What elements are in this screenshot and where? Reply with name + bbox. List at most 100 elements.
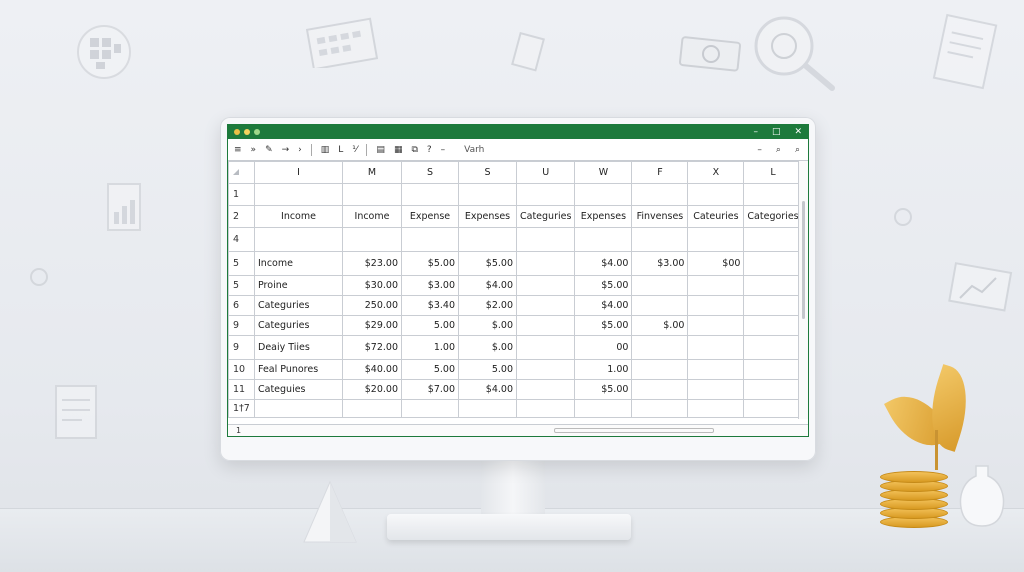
grid-cell[interactable]: $2.00	[458, 295, 517, 316]
grid-cell[interactable]	[631, 399, 689, 418]
grid-cell[interactable]	[574, 227, 633, 252]
grid-cell[interactable]: $40.00	[342, 359, 402, 380]
grid-cell[interactable]	[687, 275, 745, 296]
grid-cell[interactable]	[631, 275, 689, 296]
grid-cell[interactable]: Finvenses	[631, 205, 689, 228]
grid-cell[interactable]: Income	[342, 205, 402, 228]
row-header[interactable]: 5	[228, 275, 255, 296]
grid-cell[interactable]	[515, 183, 576, 206]
grid-cell[interactable]	[687, 295, 745, 316]
grid-cell[interactable]: Feal Punores	[254, 359, 343, 380]
window-dot-maximize[interactable]	[254, 129, 260, 135]
minimize-icon[interactable]: –	[753, 125, 758, 139]
grid-cell[interactable]	[254, 399, 343, 418]
grid-cell[interactable]	[631, 183, 689, 206]
grid-cell[interactable]: Expenses	[458, 205, 517, 228]
grid-cell[interactable]: 00	[574, 335, 633, 360]
grid-cell[interactable]	[515, 379, 576, 400]
grid-cell[interactable]: $5.00	[458, 251, 517, 276]
dash-icon[interactable]: –	[441, 139, 446, 161]
l-shape-icon[interactable]: L	[338, 139, 343, 161]
grid-cell[interactable]: $4.00	[574, 251, 633, 276]
grid-cell[interactable]: $3.40	[401, 295, 459, 316]
grid-cell[interactable]	[743, 379, 803, 400]
vertical-scrollbar[interactable]	[798, 161, 808, 419]
column-header[interactable]: I	[254, 161, 343, 184]
zoom-out-icon[interactable]: –	[757, 139, 762, 161]
pen-icon[interactable]: ✎	[265, 139, 273, 161]
select-all-corner[interactable]	[228, 161, 255, 184]
grid-cell[interactable]	[743, 295, 803, 316]
grid-cell[interactable]	[687, 399, 745, 418]
grid-cell[interactable]	[631, 295, 689, 316]
grid-cell[interactable]: $.00	[458, 335, 517, 360]
grid-cell[interactable]	[743, 251, 803, 276]
grid-cell[interactable]: 1.00	[574, 359, 633, 380]
grid-cell[interactable]	[631, 359, 689, 380]
grid-cell[interactable]: 5.00	[401, 359, 459, 380]
window-dot-close[interactable]	[234, 129, 240, 135]
close-icon[interactable]: ✕	[794, 125, 802, 139]
grid-cell[interactable]	[515, 335, 576, 360]
grid-cell[interactable]: $4.00	[574, 295, 633, 316]
row-header[interactable]: 4	[228, 227, 255, 252]
column-header[interactable]: S	[458, 161, 517, 184]
copy-icon[interactable]: ⧉	[411, 139, 417, 161]
grid-cell[interactable]: $4.00	[458, 379, 517, 400]
grid-cell[interactable]: $20.00	[342, 379, 402, 400]
grid-cell[interactable]: $29.00	[342, 315, 402, 336]
row-header[interactable]: 2	[228, 205, 255, 228]
forward-double-icon[interactable]: »	[251, 139, 257, 161]
grid-cell[interactable]: Proine	[254, 275, 343, 296]
grid-cell[interactable]	[743, 359, 803, 380]
grid-cell[interactable]	[743, 275, 803, 296]
arrow-right-icon[interactable]: →	[282, 139, 290, 161]
grid-cell[interactable]	[687, 379, 745, 400]
row-header[interactable]: 9	[228, 315, 255, 336]
column-header[interactable]: U	[515, 161, 576, 184]
grid-cell[interactable]	[515, 295, 576, 316]
grid-cell[interactable]	[743, 227, 803, 252]
grid-cell[interactable]: $5.00	[574, 379, 633, 400]
row-header[interactable]: 10	[228, 359, 255, 380]
column-header[interactable]: M	[342, 161, 402, 184]
grid-cell[interactable]	[515, 399, 576, 418]
grid-cell[interactable]: $00	[687, 251, 745, 276]
grid-cell[interactable]	[458, 227, 517, 252]
grid-cell[interactable]	[401, 183, 459, 206]
grid-cell[interactable]	[515, 359, 576, 380]
grid-cell[interactable]	[458, 183, 517, 206]
grid-cell[interactable]	[342, 399, 402, 418]
grid-cell[interactable]	[515, 251, 576, 276]
grid-cell[interactable]: Expense	[401, 205, 459, 228]
grid-cell[interactable]: $3.00	[401, 275, 459, 296]
grid-cell[interactable]: 250.00	[342, 295, 402, 316]
grid-cell[interactable]	[743, 399, 803, 418]
grid-cell[interactable]: $23.00	[342, 251, 402, 276]
grid-cell[interactable]: $.00	[631, 315, 689, 336]
fraction-icon[interactable]: ⅟	[352, 139, 357, 161]
row-header[interactable]: 1	[228, 183, 255, 206]
grid-cell[interactable]	[342, 183, 402, 206]
grid-cell[interactable]	[401, 399, 459, 418]
columns-icon[interactable]: ▦	[394, 139, 403, 161]
grid-icon[interactable]: ▤	[376, 139, 385, 161]
row-header[interactable]: 11	[228, 379, 255, 400]
grid-cell[interactable]	[631, 379, 689, 400]
grid-cell[interactable]: Expenses	[574, 205, 633, 228]
vertical-scroll-thumb[interactable]	[802, 201, 805, 319]
grid-cell[interactable]: Deaiy Tiies	[254, 335, 343, 360]
grid-cell[interactable]	[401, 227, 459, 252]
grid-cell[interactable]: $5.00	[574, 275, 633, 296]
column-header[interactable]: X	[687, 161, 745, 184]
grid-cell[interactable]	[631, 335, 689, 360]
grid-cell[interactable]: $4.00	[458, 275, 517, 296]
grid-cell[interactable]	[515, 275, 576, 296]
grid-cell[interactable]: 5.00	[401, 315, 459, 336]
column-header[interactable]: W	[574, 161, 633, 184]
grid-cell[interactable]: Categuies	[254, 379, 343, 400]
row-header[interactable]: 6	[228, 295, 255, 316]
grid-cell[interactable]: $5.00	[401, 251, 459, 276]
grid-cell[interactable]	[687, 359, 745, 380]
row-header[interactable]: 5	[228, 251, 255, 276]
